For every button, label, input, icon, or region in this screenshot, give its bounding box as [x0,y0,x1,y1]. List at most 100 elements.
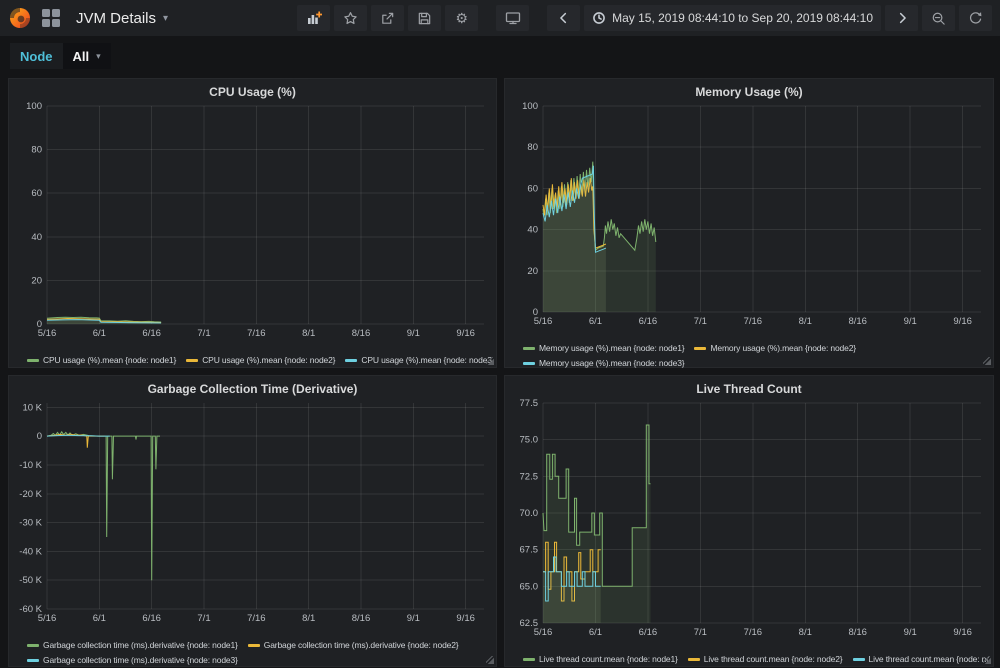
panel-cpu-usage: CPU Usage (%) 1008060402005/166/16/167/1… [8,78,497,368]
legend-row: Memory usage (%).mean {node: node3} [523,356,989,371]
zoom-out-button[interactable] [922,5,955,31]
chart-canvas[interactable]: 1008060402005/166/16/167/17/168/18/169/1… [509,102,987,328]
panel-garbage-collection-time: Garbage Collection Time (Derivative) 10 … [8,375,497,667]
legend: CPU usage (%).mean {node: node1} CPU usag… [13,353,492,368]
legend-row: Live thread count.mean {node: node1} Live… [523,652,989,667]
panel-resize-handle[interactable] [983,656,991,664]
chart-canvas[interactable]: 10 K0-10 K-20 K-30 K-40 K-50 K-60 K5/166… [13,399,490,625]
legend-label: Live thread count.mean {node: node3} [869,652,990,667]
time-range-picker[interactable]: May 15, 2019 08:44:10 to Sep 20, 2019 08… [584,5,881,31]
variable-label: Node [10,43,63,69]
x-axis-label: 6/1 [93,613,106,624]
grafana-logo-icon[interactable] [8,6,32,30]
legend-item[interactable]: CPU usage (%).mean {node: node1} [27,353,176,368]
y-axis-label: 80 [31,145,42,156]
panel-resize-handle[interactable] [983,357,991,365]
grid-square [52,9,60,17]
legend-label: CPU usage (%).mean {node: node1} [43,353,176,368]
settings-button[interactable]: ⚙ [445,5,478,31]
legend-color-dash [523,658,535,661]
legend-item[interactable]: CPU usage (%).mean {node: node2} [186,353,335,368]
chart-canvas[interactable]: 77.575.072.570.067.565.062.55/166/16/167… [509,399,987,639]
x-axis-label: 6/16 [639,627,658,638]
dashboard-title: JVM Details [76,10,156,27]
star-button[interactable] [334,5,367,31]
y-axis-label: 70.0 [520,508,539,519]
panel-title[interactable]: Live Thread Count [509,379,989,399]
legend-item[interactable]: Memory usage (%).mean {node: node3} [523,356,684,371]
y-axis-label: 40 [31,232,42,243]
legend-row: Garbage collection time (ms).derivative … [27,653,492,668]
x-axis-label: 7/1 [694,627,707,638]
monitor-icon [505,10,521,26]
panel-resize-handle[interactable] [486,656,494,664]
legend-item[interactable]: Live thread count.mean {node: node3} [853,652,990,667]
x-axis-label: 9/1 [407,328,420,339]
legend-item[interactable]: Memory usage (%).mean {node: node2} [694,341,855,356]
legend: Memory usage (%).mean {node: node1}Memor… [509,341,989,371]
grid-square [42,9,50,17]
legend-item[interactable]: Garbage collection time (ms).derivative … [248,638,459,653]
legend-item[interactable]: Live thread count.mean {node: node2} [688,652,843,667]
x-axis-label: 6/16 [142,613,161,624]
cycle-view-button[interactable] [496,5,529,31]
submenu: Node All ▾ [10,42,111,70]
share-button[interactable] [371,5,404,31]
x-axis-label: 7/16 [744,316,763,327]
y-axis-label: 10 K [22,402,42,413]
panel-resize-handle[interactable] [486,357,494,365]
navbar: JVM Details ▾ [0,0,1000,36]
variable-selected-value: All [73,49,90,64]
legend-item[interactable]: Memory usage (%).mean {node: node1} [523,341,684,356]
legend-item[interactable]: Garbage collection time (ms).derivative … [27,638,238,653]
x-axis-label: 9/16 [953,316,972,327]
y-axis-label: 20 [527,266,538,277]
x-axis-label: 8/16 [352,613,371,624]
panel-title[interactable]: Garbage Collection Time (Derivative) [13,379,492,399]
x-axis-label: 8/1 [799,316,812,327]
x-axis-label: 9/16 [456,328,475,339]
x-axis-label: 7/16 [744,627,763,638]
x-axis-label: 9/1 [407,613,420,624]
star-icon [343,11,358,26]
y-axis-label: 20 [31,275,42,286]
y-axis-label: -50 K [19,575,42,586]
x-axis-label: 7/1 [197,328,210,339]
y-axis-label: 60 [31,188,42,199]
time-forward-button[interactable] [885,5,918,31]
y-axis-label: -10 K [19,460,42,471]
y-axis-label: 77.5 [520,399,539,409]
x-axis-label: 9/16 [953,627,972,638]
x-axis-label: 8/16 [848,627,867,638]
x-axis-label: 5/16 [38,613,57,624]
series-fill [47,432,160,580]
save-button[interactable] [408,5,441,31]
legend-item[interactable]: Garbage collection time (ms).derivative … [27,653,238,668]
legend-item[interactable]: Live thread count.mean {node: node1} [523,652,678,667]
series-line [47,435,110,436]
refresh-button[interactable] [959,5,992,31]
y-axis-label: 100 [26,102,42,112]
dashboards-grid-icon[interactable] [42,9,60,27]
legend-color-dash [27,359,39,362]
legend-row: Memory usage (%).mean {node: node1} Memor… [523,341,989,356]
chart-canvas[interactable]: 1008060402005/166/16/167/17/168/18/169/1… [13,102,490,340]
dashboard-title-dropdown[interactable]: JVM Details ▾ [70,9,174,28]
time-back-button[interactable] [547,5,580,31]
share-icon [380,11,395,26]
refresh-icon [968,11,983,26]
legend-color-dash [523,347,535,350]
panel-title[interactable]: CPU Usage (%) [13,82,492,102]
save-icon [417,11,432,26]
x-axis-label: 5/16 [38,328,57,339]
grid-square [52,19,60,27]
panel-title[interactable]: Memory Usage (%) [509,82,989,102]
x-axis-label: 9/16 [456,613,475,624]
variable-value-dropdown[interactable]: All ▾ [63,43,111,69]
legend: Live thread count.mean {node: node1} Live… [509,652,989,667]
legend-item[interactable]: CPU usage (%).mean {node: node3} [345,353,492,368]
legend-label: CPU usage (%).mean {node: node3} [361,353,492,368]
x-axis-label: 9/1 [904,316,917,327]
add-panel-button[interactable] [297,5,330,31]
legend-label: Memory usage (%).mean {node: node3} [539,356,684,371]
